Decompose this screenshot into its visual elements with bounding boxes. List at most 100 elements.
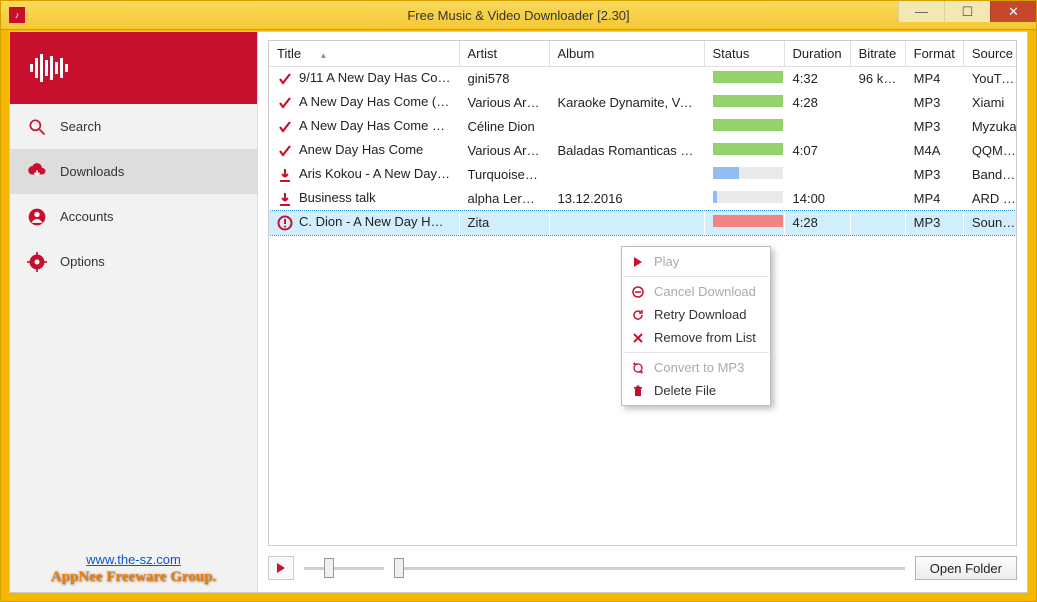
app-logo-icon	[28, 50, 72, 86]
sidebar-footer: www.the-sz.com AppNee Freeware Group.	[10, 552, 257, 586]
grid-header: Title▴ Artist Album Status Duration Bitr…	[269, 41, 1017, 67]
cell-format: MP3	[905, 163, 963, 187]
cell-duration: 4:07	[784, 139, 850, 163]
sidebar-item-downloads[interactable]: Downloads	[10, 149, 257, 194]
link-website[interactable]: www.the-sz.com	[86, 552, 181, 567]
cell-artist: alpha Lernen	[459, 187, 549, 211]
table-row[interactable]: Business talkalpha Lernen13.12.201614:00…	[269, 187, 1017, 211]
cell-artist: Céline Dion	[459, 115, 549, 139]
check-icon	[277, 71, 293, 87]
cell-bitrate	[850, 163, 905, 187]
seek-slider[interactable]	[394, 556, 905, 580]
cell-title: Anew Day Has Come	[299, 142, 423, 157]
ctx-play[interactable]: Play	[622, 250, 770, 273]
sidebar-item-accounts[interactable]: Accounts	[10, 194, 257, 239]
sidebar-label-options: Options	[60, 254, 105, 269]
volume-slider[interactable]	[304, 556, 384, 580]
header-title[interactable]: Title▴	[269, 41, 459, 67]
header-format[interactable]: Format	[905, 41, 963, 67]
header-status[interactable]: Status	[704, 41, 784, 67]
table-row[interactable]: 9/11 A New Day Has Comegini578 4:3296 kbp…	[269, 67, 1017, 91]
open-folder-button[interactable]: Open Folder	[915, 556, 1017, 580]
table-row[interactable]: Aris Kokou - A New Day Is C...Turquoise-…	[269, 163, 1017, 187]
ctx-convert-to-mp3[interactable]: Convert to MP3	[622, 356, 770, 379]
cell-duration	[784, 163, 850, 187]
header-album[interactable]: Album	[549, 41, 704, 67]
cell-format: MP3	[905, 115, 963, 139]
header-duration[interactable]: Duration	[784, 41, 850, 67]
search-icon	[26, 116, 48, 138]
cell-duration	[784, 115, 850, 139]
separator	[623, 352, 769, 353]
sidebar-label-search: Search	[60, 119, 101, 134]
cell-source: ARD M...	[963, 187, 1017, 211]
cell-status	[704, 91, 784, 115]
ctx-remove-from-list[interactable]: Remove from List	[622, 326, 770, 349]
cell-artist: gini578	[459, 67, 549, 91]
cell-bitrate	[850, 211, 905, 235]
cell-format: MP3	[905, 91, 963, 115]
play-icon	[630, 254, 646, 270]
convert-icon	[630, 360, 646, 376]
cell-artist: Various Artists	[459, 139, 549, 163]
cell-title: C. Dion - A New Day Has Co...	[299, 214, 459, 229]
cell-format: M4A	[905, 139, 963, 163]
table-row[interactable]: A New Day Has Come Rick ...Céline Dion MP…	[269, 115, 1017, 139]
titlebar[interactable]: ♪ Free Music & Video Downloader [2.30] —…	[1, 1, 1036, 30]
retry-icon	[630, 307, 646, 323]
cell-duration: 4:28	[784, 91, 850, 115]
player-bar: Open Folder	[268, 554, 1017, 582]
cell-bitrate: 96 kbps	[850, 67, 905, 91]
cell-bitrate	[850, 115, 905, 139]
cell-status	[704, 211, 784, 235]
header-source[interactable]: Source	[963, 41, 1017, 67]
sidebar-label-downloads: Downloads	[60, 164, 124, 179]
ctx-cancel-download[interactable]: Cancel Download	[622, 280, 770, 303]
maximize-button[interactable]: ☐	[944, 1, 990, 22]
cell-title: 9/11 A New Day Has Come	[299, 70, 456, 85]
cell-format: MP3	[905, 211, 963, 235]
check-icon	[277, 95, 293, 111]
cell-status	[704, 139, 784, 163]
cell-title: A New Day Has Come Rick ...	[299, 118, 459, 133]
cell-album: Karaoke Dynamite, Vol. 23	[549, 91, 704, 115]
cell-duration: 14:00	[784, 187, 850, 211]
minimize-button[interactable]: —	[898, 1, 944, 22]
ctx-delete-file[interactable]: Delete File	[622, 379, 770, 402]
table-row[interactable]: A New Day Has Come (Karao...Various Arti…	[269, 91, 1017, 115]
cell-duration: 4:32	[784, 67, 850, 91]
cancel-icon	[630, 284, 646, 300]
cell-title: Aris Kokou - A New Day Is C...	[299, 166, 459, 181]
app-logo-band	[10, 32, 257, 104]
gear-icon	[26, 251, 48, 273]
table-row[interactable]: Anew Day Has ComeVarious ArtistsBaladas …	[269, 139, 1017, 163]
trash-icon	[630, 383, 646, 399]
header-artist[interactable]: Artist	[459, 41, 549, 67]
sort-asc-icon: ▴	[321, 50, 326, 60]
cell-format: MP4	[905, 187, 963, 211]
table-row[interactable]: C. Dion - A New Day Has Co...Zita4:28MP3…	[269, 211, 1017, 235]
cell-album	[549, 67, 704, 91]
play-button[interactable]	[268, 556, 294, 580]
cell-status	[704, 187, 784, 211]
ctx-retry-download[interactable]: Retry Download	[622, 303, 770, 326]
sidebar-item-search[interactable]: Search	[10, 104, 257, 149]
cell-title: A New Day Has Come (Karao...	[299, 94, 459, 109]
context-menu: Play Cancel Download Retry Download Remo…	[621, 246, 771, 406]
downloading-icon	[277, 167, 293, 183]
app-icon: ♪	[9, 7, 25, 23]
cell-status	[704, 67, 784, 91]
appnee-watermark: AppNee Freeware Group.	[10, 569, 257, 586]
check-icon	[277, 143, 293, 159]
cell-bitrate	[850, 139, 905, 163]
cell-bitrate	[850, 187, 905, 211]
sidebar-item-options[interactable]: Options	[10, 239, 257, 284]
close-button[interactable]: ✕	[990, 1, 1036, 22]
check-icon	[277, 119, 293, 135]
downloading-icon	[277, 191, 293, 207]
remove-icon	[630, 330, 646, 346]
header-bitrate[interactable]: Bitrate	[850, 41, 905, 67]
cell-album	[549, 115, 704, 139]
sidebar: Search Downloads Accounts Options	[10, 32, 258, 592]
error-icon	[277, 215, 293, 231]
